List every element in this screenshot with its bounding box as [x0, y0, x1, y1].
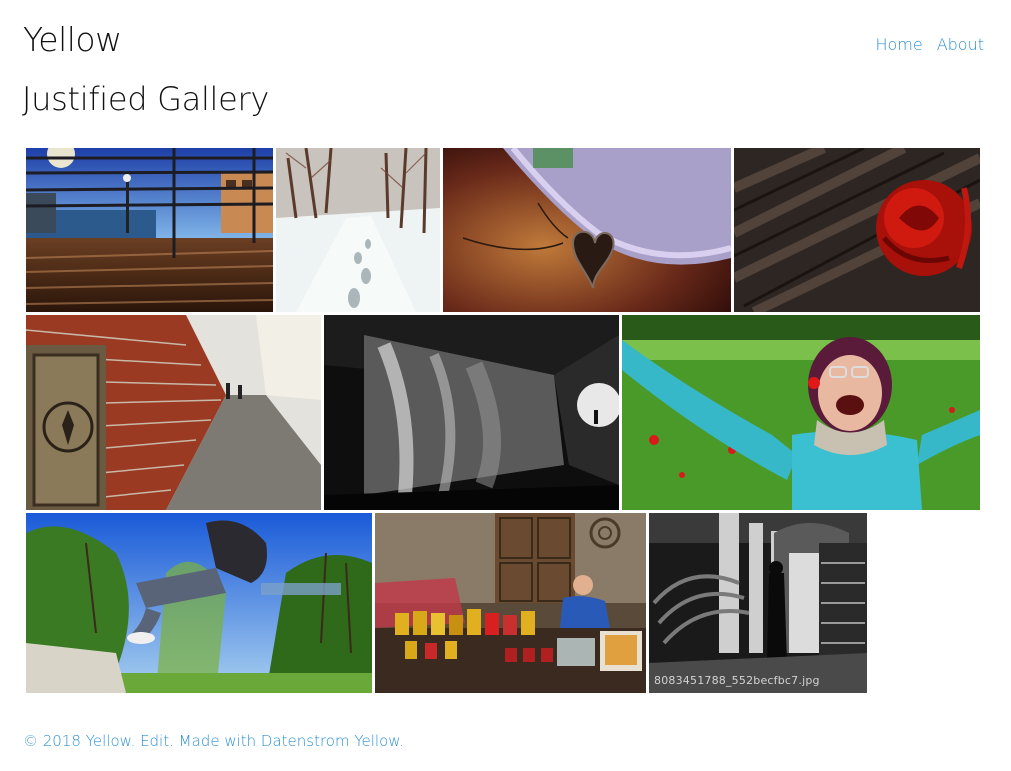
photo-market-vendor[interactable] — [375, 513, 646, 693]
photo-filename-caption: 8083451788_552becfbc7.jpg — [654, 674, 820, 687]
photo-laughing-girl[interactable] — [622, 315, 980, 510]
nav-about-link[interactable]: About — [937, 35, 984, 54]
site-title[interactable]: Yellow — [23, 20, 122, 59]
photo-red-rose[interactable] — [734, 148, 980, 312]
photo-library-hall[interactable]: 8083451788_552becfbc7.jpg — [649, 513, 867, 693]
page-title: Justified Gallery — [22, 80, 270, 118]
copyright-text: © 2018 Yellow. — [23, 732, 136, 750]
photo-heart-necklace[interactable] — [443, 148, 731, 312]
photo-parkour-jump[interactable] — [26, 513, 372, 693]
edit-link[interactable]: Edit. — [140, 732, 174, 750]
photo-snowy-path[interactable] — [276, 148, 440, 312]
made-with-link[interactable]: Made with Datenstrom Yellow. — [179, 732, 404, 750]
photo-tunnel-mural[interactable] — [324, 315, 619, 510]
photo-brick-wall[interactable] — [26, 315, 321, 510]
photo-boardwalk-harbor[interactable] — [26, 148, 273, 312]
footer: © 2018 Yellow. Edit. Made with Datenstro… — [23, 732, 404, 750]
main-nav: Home About — [875, 35, 984, 54]
nav-home-link[interactable]: Home — [875, 35, 922, 54]
